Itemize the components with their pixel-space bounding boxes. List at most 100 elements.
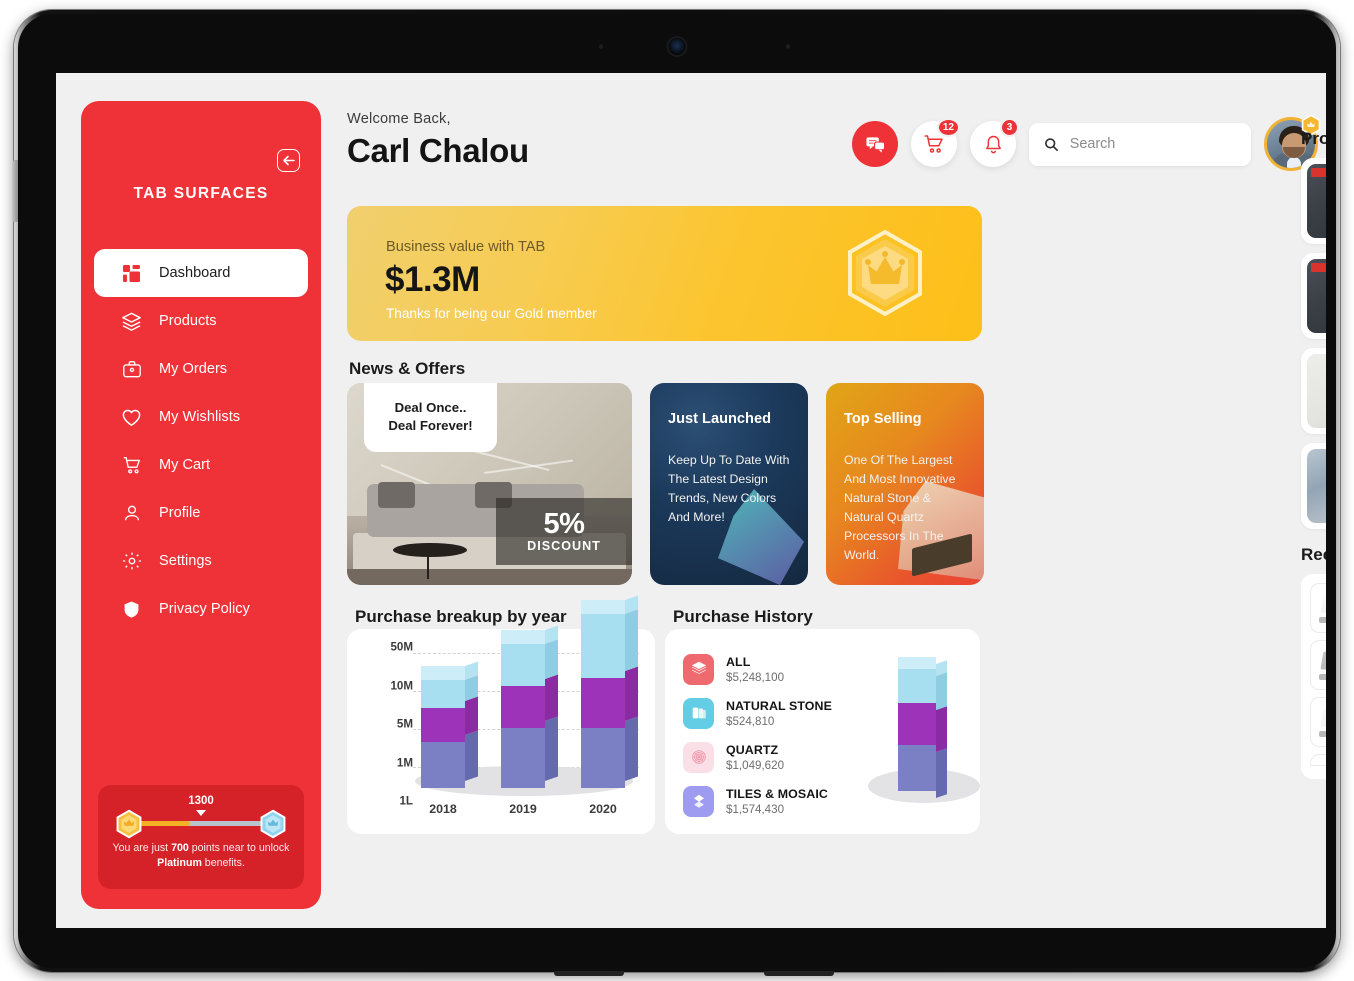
table-row[interactable]: T-35472/20-12 $ 3,456.10 › — [1310, 583, 1326, 633]
news-card-just-launched[interactable]: Just Launched Keep Up To Date With The L… — [650, 383, 808, 585]
order-thumbnail — [1318, 592, 1326, 624]
news-card-heading: Top Selling — [844, 411, 922, 427]
chart-y-axis: 50M 10M 5M 1M 1L — [369, 641, 413, 808]
sidebar-item-settings[interactable]: Settings — [94, 537, 308, 585]
chat-button[interactable] — [852, 121, 898, 167]
recent-orders-header: Recent Orders View all — [1301, 545, 1326, 565]
gear-icon — [121, 551, 142, 572]
chart-x-label-2018: 2018 — [429, 802, 457, 816]
chart-x-label-2020: 2020 — [589, 802, 617, 816]
history-category-name: QUARTZ — [726, 742, 779, 757]
cart-button[interactable]: 12 — [911, 118, 960, 167]
news-card-top-selling[interactable]: Top Selling One Of The Largest And Most … — [826, 383, 984, 585]
chart-plot-area: 2018 2019 2020 — [409, 595, 647, 824]
sidebar-nav: Dashboard Products My Orders My Wishlist… — [81, 249, 321, 633]
products-header: Products View all — [1301, 129, 1326, 149]
recent-orders-list: T-35472/20-12 $ 3,456.10 › T-29321/03-21… — [1301, 574, 1326, 779]
news-card-body: Keep Up To Date With The Latest Design T… — [668, 453, 790, 525]
points-progress-track: 1300 — [108, 795, 294, 839]
products-list: # 27444A Absolute Black-bb 2cm - 11 | 3c… — [1301, 158, 1326, 529]
product-thumbnail: N # 28366 — [1307, 259, 1326, 333]
heart-icon — [121, 407, 142, 428]
recent-orders-next-row-peek[interactable] — [1310, 754, 1326, 766]
sidebar: TAB SURFACES Dashboard Products My Order… — [81, 101, 321, 909]
list-item[interactable]: TILES & MOSAIC $1,574,430 — [683, 779, 832, 823]
chart-segment-tiles-mosaic — [501, 716, 558, 788]
welcome-greeting: Welcome Back, — [347, 111, 451, 127]
sidebar-item-label: My Cart — [159, 457, 211, 473]
product-thumbnail: # 613 — [1307, 354, 1326, 428]
chart-segment-tiles-mosaic — [581, 716, 638, 788]
chart-segment-tiles-mosaic — [421, 730, 478, 788]
bell-icon — [985, 135, 1001, 153]
books-icon — [683, 697, 714, 729]
sidebar-collapse-button[interactable] — [277, 149, 300, 172]
chart-section-title: Purchase breakup by year — [355, 607, 567, 626]
table-row[interactable]: T-29321/03-21 $ 3,950.50 › — [1310, 640, 1326, 690]
sidebar-item-label: Settings — [159, 553, 212, 569]
blue-texture-background: Just Launched Keep Up To Date With The L… — [650, 383, 808, 585]
notifications-badge: 3 — [1000, 118, 1019, 137]
news-card-deal[interactable]: Deal Once.. Deal Forever! 5% DISCOUNT — [347, 383, 632, 585]
chart-bar-2018 — [421, 661, 478, 788]
points-progress-bar — [135, 821, 267, 826]
product-thumbnail: # 27444A — [1307, 164, 1326, 238]
sidebar-item-label: Profile — [159, 505, 201, 521]
notifications-button[interactable]: 3 — [970, 118, 1019, 167]
history-category-name: TILES & MOSAIC — [726, 786, 828, 801]
tablet-frame: TAB SURFACES Dashboard Products My Order… — [12, 10, 1340, 976]
sidebar-item-profile[interactable]: Profile — [94, 489, 308, 537]
welcome-block: Welcome Back, Carl Chalou — [347, 111, 529, 170]
list-item[interactable]: # 613 Carrara Dark 2cm - 5 | 3cm - 38 — [1301, 348, 1326, 434]
volume-button[interactable] — [12, 160, 18, 222]
grid-icon — [121, 263, 142, 284]
purchase-history-list: ALL $5,248,100 NATURAL STONE $524,810 QU… — [683, 647, 832, 823]
sidebar-item-label: Privacy Policy — [159, 601, 250, 617]
arrow-left-icon — [283, 155, 295, 166]
list-item[interactable]: # 28874 Blue Fantasy 3cm - 8 — [1301, 443, 1326, 529]
deal-bubble: Deal Once.. Deal Forever! — [364, 383, 497, 453]
texture-icon — [683, 741, 714, 773]
loyalty-points-card: 1300 You are just 700 points near to unl… — [98, 785, 304, 889]
sidebar-item-my-cart[interactable]: My Cart — [94, 441, 308, 489]
layers-icon — [683, 653, 714, 685]
product-thumbnail: # 28874 — [1307, 449, 1326, 523]
list-item[interactable]: # 27444A Absolute Black-bb 2cm - 11 | 3c… — [1301, 158, 1326, 244]
list-item[interactable]: ALL $5,248,100 — [683, 647, 832, 691]
header-actions: 12 3 — [852, 114, 1321, 171]
sidebar-item-label: Products — [159, 313, 217, 329]
news-card-heading: Just Launched — [668, 411, 771, 427]
right-column: Products View all # 27444A Absolute Blac… — [1301, 129, 1326, 779]
sidebar-item-label: Dashboard — [159, 265, 231, 281]
recent-orders-title: Recent Orders — [1301, 545, 1326, 564]
sidebar-item-privacy-policy[interactable]: Privacy Policy — [94, 585, 308, 633]
chart-segment-natural-stone — [501, 625, 558, 686]
business-value-amount: $1.3M — [385, 260, 480, 299]
chat-bubbles-icon — [865, 136, 885, 153]
points-message-suffix: benefits. — [201, 857, 245, 870]
sidebar-item-products[interactable]: Products — [94, 297, 308, 345]
sidebar-item-my-wishlists[interactable]: My Wishlists — [94, 393, 308, 441]
table-row[interactable]: T-32125/13-20 $ 2,568.00 › — [1310, 697, 1326, 747]
purchase-history-panel: ALL $5,248,100 NATURAL STONE $524,810 QU… — [665, 629, 980, 834]
3d-stacked-bar — [868, 657, 980, 809]
shield-icon — [121, 599, 142, 620]
search-box[interactable] — [1029, 122, 1251, 166]
list-item[interactable]: NATURAL STONE $524,810 — [683, 691, 832, 735]
points-caret-icon — [196, 810, 206, 816]
chart-segment-quartz — [421, 696, 478, 742]
search-input[interactable] — [1069, 136, 1236, 152]
points-current-value: 1300 — [188, 795, 214, 807]
sidebar-item-my-orders[interactable]: My Orders — [94, 345, 308, 393]
purchase-breakup-chart: 50M 10M 5M 1M 1L 2018 2019 2020 — [347, 595, 655, 834]
orange-texture-background: Top Selling One Of The Largest And Most … — [826, 383, 984, 585]
brand-title: TAB SURFACES — [133, 185, 269, 202]
list-item[interactable]: QUARTZ $1,049,620 — [683, 735, 832, 779]
discount-box: 5% DISCOUNT — [496, 498, 632, 565]
stand-foot-left — [554, 971, 624, 976]
chart-segment-natural-stone — [421, 661, 478, 708]
sidebar-item-dashboard[interactable]: Dashboard — [94, 249, 308, 297]
order-thumbnail — [1318, 706, 1326, 738]
business-value-label: Business value with TAB — [386, 239, 546, 255]
list-item[interactable]: N # 28366 Premium Black 2cm - 1 | 3cm - … — [1301, 253, 1326, 339]
